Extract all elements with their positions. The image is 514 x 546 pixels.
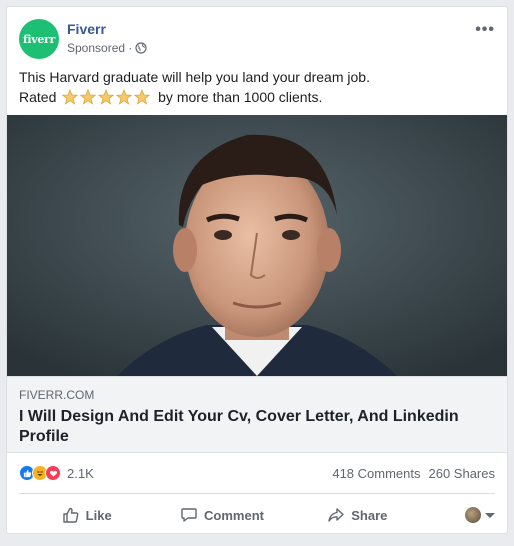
audience-selector[interactable] [425, 507, 495, 523]
link-title[interactable]: I Will Design And Edit Your Cv, Cover Le… [19, 407, 495, 447]
post-text-line1: This Harvard graduate will help you land… [19, 69, 370, 85]
star-icon [116, 89, 133, 105]
reactions-summary[interactable]: 2.1K [19, 465, 94, 481]
sponsored-text: Sponsored · [67, 41, 133, 55]
comments-count[interactable]: 418 Comments [332, 466, 420, 481]
more-options-icon[interactable]: ••• [475, 21, 495, 39]
portrait-photo [7, 115, 507, 376]
link-domain: FIVERR.COM [19, 388, 95, 402]
star-icon [98, 89, 115, 105]
link-preview[interactable]: FIVERR.COM I Will Design And Edit Your C… [7, 376, 507, 453]
shares-count[interactable]: 260 Shares [429, 466, 496, 481]
post-header: fiverr Fiverr Sponsored · ••• [19, 19, 495, 59]
post-text: This Harvard graduate will help you land… [19, 67, 495, 107]
star-rating [62, 89, 152, 105]
globe-icon [135, 42, 147, 54]
star-icon [62, 89, 79, 105]
ad-image[interactable] [7, 115, 507, 376]
star-icon [80, 89, 97, 105]
comment-label: Comment [204, 507, 264, 523]
actions-divider [19, 493, 495, 494]
love-reaction-icon [45, 465, 61, 481]
post-stats: 2.1K 418 Comments 260 Shares [19, 463, 495, 483]
page-name-link[interactable]: Fiverr [67, 21, 106, 37]
user-avatar [464, 507, 481, 523]
rated-label: Rated [19, 89, 57, 105]
share-button[interactable]: Share [290, 499, 425, 531]
reactions-count: 2.1K [67, 465, 94, 481]
engagement-counts: 418 Comments 260 Shares [332, 466, 495, 481]
comment-icon [181, 508, 197, 522]
star-icon [134, 89, 151, 105]
post-text-line2: Rated by more than 1000 clients. [19, 87, 495, 107]
thumbs-up-icon [62, 507, 79, 523]
share-icon [328, 508, 344, 522]
sponsored-label[interactable]: Sponsored · [67, 41, 147, 55]
post-actions: Like Comment Share [19, 499, 495, 531]
caret-down-icon [484, 512, 495, 518]
like-button[interactable]: Like [19, 499, 154, 531]
clients-label: by more than 1000 clients. [158, 89, 323, 105]
like-label: Like [85, 507, 112, 523]
page-avatar[interactable]: fiverr [19, 19, 59, 59]
share-label: Share [351, 507, 388, 523]
comment-button[interactable]: Comment [154, 499, 289, 531]
sponsored-post-card: fiverr Fiverr Sponsored · ••• This Harva… [6, 6, 508, 534]
